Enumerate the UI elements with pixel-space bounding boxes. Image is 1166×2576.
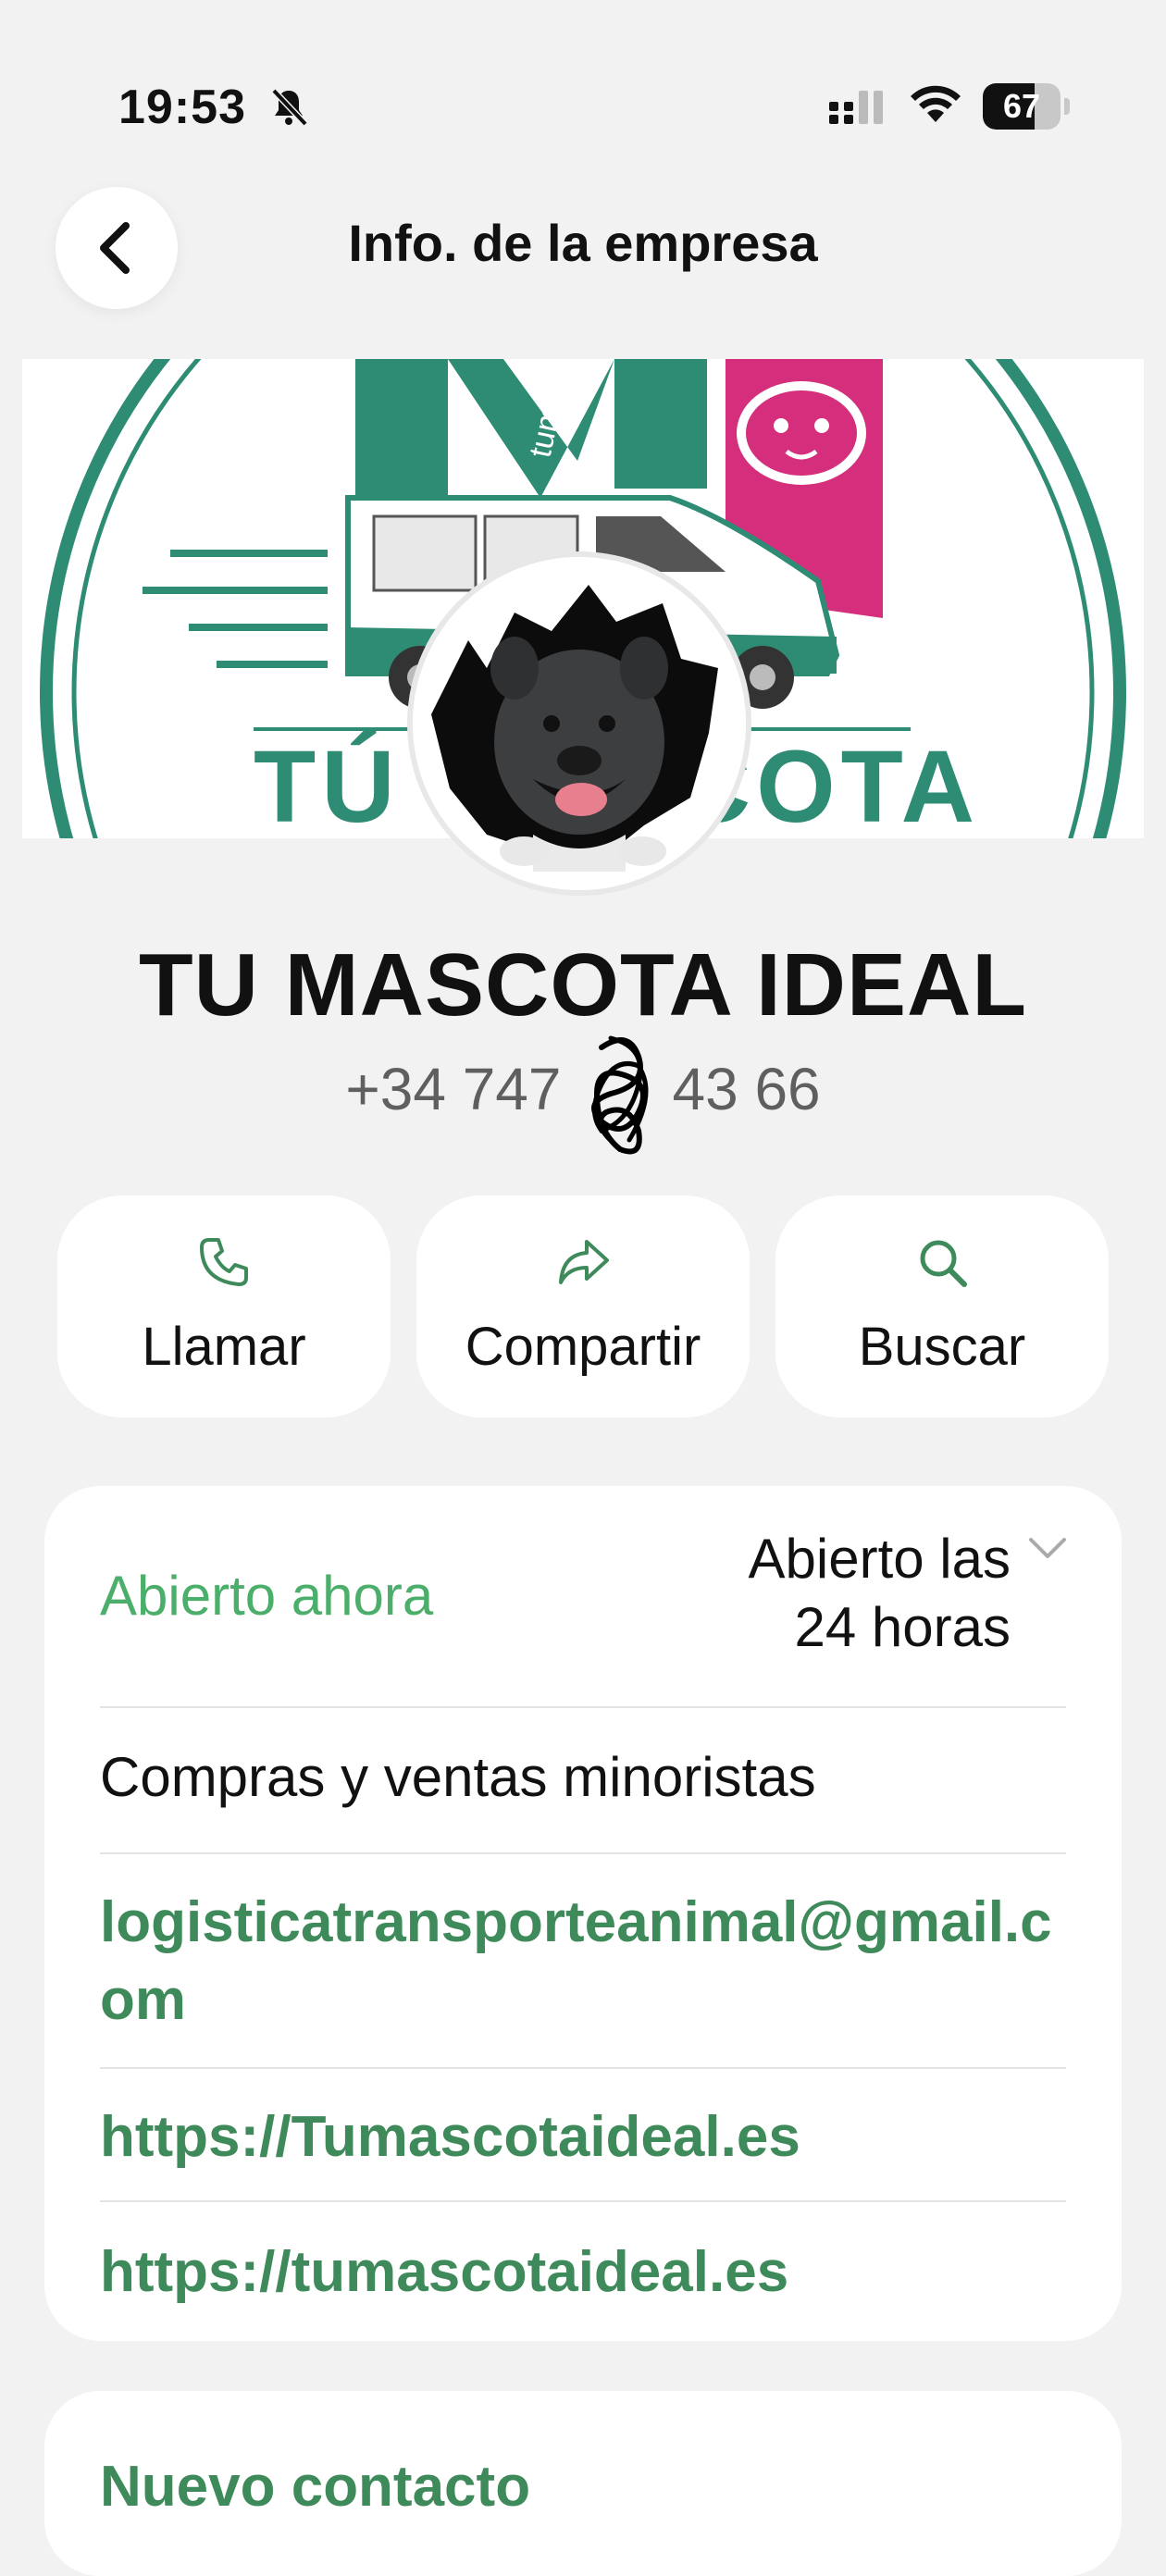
battery-indicator: 67 xyxy=(983,83,1070,130)
business-name: TU MASCOTA IDEAL xyxy=(139,935,1027,1034)
battery-percentage: 67 xyxy=(1002,87,1041,125)
email-link[interactable]: logisticatransporteanimal@gmail.com xyxy=(100,1884,1066,2039)
business-category: Compras y ventas minoristas xyxy=(100,1746,816,1808)
open-status: Abierto ahora xyxy=(100,1565,434,1627)
dog-photo xyxy=(413,557,746,890)
phone-icon xyxy=(200,1238,248,1286)
bell-slash-icon xyxy=(271,88,308,127)
share-label: Compartir xyxy=(465,1317,701,1377)
website-link-1[interactable]: https://Tumascotaideal.es xyxy=(100,2104,1066,2170)
phone-end: 43 66 xyxy=(672,1056,821,1122)
business-info-card: Abierto ahora Abierto las 24 horas Compr… xyxy=(44,1486,1122,2341)
status-time: 19:53 xyxy=(118,80,246,134)
business-avatar[interactable] xyxy=(407,551,751,896)
share-icon xyxy=(559,1240,609,1284)
status-bar: 19:53 67 xyxy=(0,0,1166,185)
chevron-down-icon[interactable] xyxy=(1025,1530,1070,1567)
call-button[interactable]: Llamar xyxy=(57,1195,391,1418)
search-button[interactable]: Buscar xyxy=(775,1195,1109,1418)
share-button[interactable]: Compartir xyxy=(416,1195,750,1418)
divider xyxy=(100,1852,1066,1854)
page-title: Info. de la empresa xyxy=(348,214,818,272)
search-icon xyxy=(920,1240,967,1287)
phone-start: +34 747 xyxy=(345,1056,562,1122)
divider xyxy=(100,2200,1066,2202)
cellular-signal-icon xyxy=(829,91,883,124)
divider xyxy=(100,2067,1066,2069)
hours-line-2: 24 horas xyxy=(794,1596,1011,1658)
new-contact-button[interactable]: Nuevo contacto xyxy=(100,2454,530,2520)
search-label: Buscar xyxy=(858,1317,1026,1377)
website-link-2[interactable]: https://tumascotaideal.es xyxy=(100,2239,1066,2305)
wifi-icon xyxy=(911,85,961,122)
divider xyxy=(100,1706,1066,1708)
opening-hours: Abierto las 24 horas xyxy=(622,1525,1011,1662)
contact-card: Nuevo contacto xyxy=(44,2391,1122,2576)
redaction-scribble xyxy=(591,1035,649,1155)
call-label: Llamar xyxy=(142,1317,306,1377)
hours-line-1: Abierto las xyxy=(748,1528,1011,1590)
